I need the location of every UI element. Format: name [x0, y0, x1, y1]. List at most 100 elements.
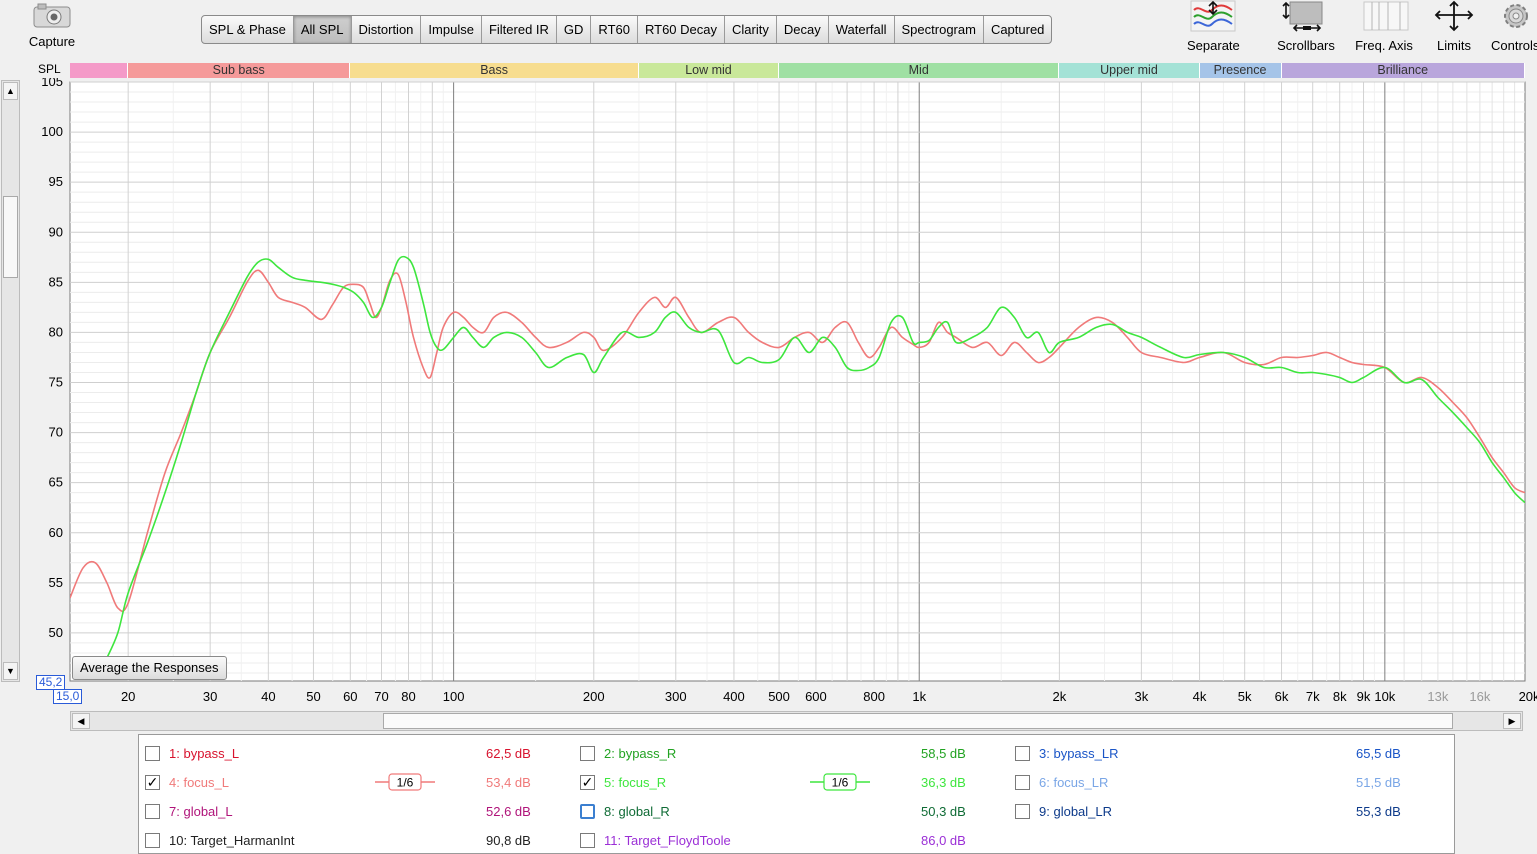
x-min-label[interactable]: 15,0 — [53, 689, 83, 704]
legend-item-focus-r: ✓ 5: focus_R 1/6 36,3 dB — [574, 772, 1009, 794]
freq-axis-label: Freq. Axis — [1355, 38, 1413, 53]
tab-spectrogram[interactable]: Spectrogram — [895, 16, 984, 43]
x-tick-label: 60 — [343, 689, 357, 704]
band-mid: Mid — [779, 63, 1060, 78]
legend-checkbox-bypass-lr[interactable] — [1015, 746, 1030, 761]
tab-spl-phase[interactable]: SPL & Phase — [202, 16, 294, 43]
legend-number: 6: — [1039, 775, 1050, 790]
x-tick-label: 3k — [1135, 689, 1149, 704]
toolbar: Capture SPL & Phase All SPL Distortion Impu… — [0, 0, 1537, 62]
limits-button[interactable]: Limits — [1432, 0, 1476, 53]
legend-level-focus-r: 36,3 dB — [921, 775, 966, 790]
x-tick-label: 7k — [1306, 689, 1320, 704]
x-tick-label: 300 — [665, 689, 687, 704]
tab-captured[interactable]: Captured — [984, 16, 1051, 43]
legend-item-global-lr: 9: global_LR 55,3 dB — [1009, 801, 1444, 823]
legend-checkbox-focus-l[interactable]: ✓ — [145, 775, 160, 790]
x-tick-label: 9k — [1357, 689, 1371, 704]
legend-item-global-l: 7: global_L 52,6 dB — [139, 801, 574, 823]
y-tick-label: 55 — [49, 575, 63, 590]
y-tick-label: 105 — [41, 78, 63, 89]
legend-checkbox-target-harmanint[interactable] — [145, 833, 160, 848]
legend-label: global_LR — [1053, 804, 1113, 819]
legend-checkbox-target-floydtoole[interactable] — [580, 833, 595, 848]
tab-rt60-decay[interactable]: RT60 Decay — [638, 16, 725, 43]
legend-item-global-r: 8: global_R 50,3 dB — [574, 801, 1009, 823]
tab-all-spl[interactable]: All SPL — [293, 16, 352, 43]
legend-name-focus-lr[interactable]: 6: focus_LR — [1039, 775, 1108, 790]
tab-impulse[interactable]: Impulse — [421, 16, 482, 43]
legend-checkbox-global-lr[interactable] — [1015, 804, 1030, 819]
tab-rt60[interactable]: RT60 — [591, 16, 638, 43]
legend-level-bypass-r: 58,5 dB — [921, 746, 966, 761]
x-tick-label: 8k — [1333, 689, 1347, 704]
horizontal-scrollbar[interactable]: ◀ ▶ — [70, 711, 1523, 731]
x-tick-label: 40 — [261, 689, 275, 704]
x-tick-label: 1k — [912, 689, 926, 704]
legend-name-global-lr[interactable]: 9: global_LR — [1039, 804, 1112, 819]
x-tick-label: 70 — [374, 689, 388, 704]
spl-chart-svg[interactable]: 105 100 95 90 85 80 75 70 65 60 55 50 20 30 40 50 60 70 80… — [0, 74, 1537, 708]
average-responses-button[interactable]: Average the Responses — [72, 656, 227, 680]
legend-level-target-harmanint: 90,8 dB — [486, 833, 531, 848]
controls-button[interactable]: Controls — [1491, 0, 1537, 53]
measurement-legend: 1: bypass_L 62,5 dB 2: bypass_R 58,5 dB 3: b… — [138, 734, 1455, 854]
legend-number: 10: — [169, 833, 188, 848]
legend-name-bypass-l[interactable]: 1: bypass_L — [169, 746, 239, 761]
legend-checkbox-bypass-r[interactable] — [580, 746, 595, 761]
legend-name-global-l[interactable]: 7: global_L — [169, 804, 233, 819]
scroll-right-arrow-icon[interactable]: ▶ — [1503, 713, 1521, 729]
legend-checkbox-focus-lr[interactable] — [1015, 775, 1030, 790]
legend-checkbox-global-r[interactable] — [580, 804, 595, 819]
legend-level-global-lr: 55,3 dB — [1356, 804, 1401, 819]
legend-name-global-r[interactable]: 8: global_R — [604, 804, 670, 819]
x-tick-label: 200 — [583, 689, 605, 704]
y-tick-label: 90 — [49, 224, 63, 239]
tab-clarity[interactable]: Clarity — [725, 16, 777, 43]
legend-checkbox-focus-r[interactable]: ✓ — [580, 775, 595, 790]
y-tick-label: 60 — [49, 525, 63, 540]
legend-item-bypass-r: 2: bypass_R 58,5 dB — [574, 743, 1009, 765]
freq-axis-button[interactable]: Freq. Axis — [1352, 0, 1416, 53]
x-tick-label: 5k — [1238, 689, 1252, 704]
legend-label: bypass_LR — [1053, 746, 1119, 761]
capture-button[interactable]: Capture — [20, 2, 84, 49]
legend-item-bypass-lr: 3: bypass_LR 65,5 dB — [1009, 743, 1444, 765]
smoothing-indicator[interactable]: 1/6 — [375, 773, 435, 791]
x-tick-label: 400 — [723, 689, 745, 704]
x-tick-label: 20kHz — [1519, 689, 1537, 704]
legend-name-focus-r[interactable]: 5: focus_R — [604, 775, 666, 790]
legend-label: focus_LR — [1053, 775, 1109, 790]
view-tabs: SPL & Phase All SPL Distortion Impulse Filte… — [201, 15, 1053, 44]
tab-distortion[interactable]: Distortion — [352, 16, 422, 43]
x-tick-label: 6k — [1275, 689, 1289, 704]
legend-name-bypass-r[interactable]: 2: bypass_R — [604, 746, 676, 761]
scrollbars-button[interactable]: Scrollbars — [1276, 0, 1336, 53]
legend-name-target-harmanint[interactable]: 10: Target_HarmanInt — [169, 833, 295, 848]
legend-checkbox-global-l[interactable] — [145, 804, 160, 819]
tab-filtered-ir[interactable]: Filtered IR — [482, 16, 557, 43]
legend-label: global_R — [618, 804, 670, 819]
tab-gd[interactable]: GD — [557, 16, 592, 43]
legend-level-global-r: 50,3 dB — [921, 804, 966, 819]
legend-label: bypass_R — [618, 746, 677, 761]
smoothing-indicator[interactable]: 1/6 — [810, 773, 870, 791]
y-tick-label: 85 — [49, 274, 63, 289]
horizontal-scroll-thumb[interactable] — [383, 713, 1453, 729]
legend-number: 9: — [1039, 804, 1050, 819]
tab-decay[interactable]: Decay — [777, 16, 829, 43]
smoothing-label: 1/6 — [832, 776, 849, 790]
x-tick-label: 10k — [1374, 689, 1395, 704]
legend-number: 1: — [169, 746, 180, 761]
scroll-left-arrow-icon[interactable]: ◀ — [72, 713, 90, 729]
separate-button[interactable]: Separate — [1187, 0, 1240, 53]
legend-label: global_L — [183, 804, 233, 819]
tab-waterfall[interactable]: Waterfall — [829, 16, 895, 43]
y-min-label[interactable]: 45,2 — [36, 675, 66, 690]
y-tick-label: 50 — [49, 625, 63, 640]
legend-name-target-floydtoole[interactable]: 11: Target_FloydToole — [604, 833, 731, 848]
legend-name-bypass-lr[interactable]: 3: bypass_LR — [1039, 746, 1119, 761]
scrollbars-icon — [1282, 1, 1323, 32]
legend-name-focus-l[interactable]: 4: focus_L — [169, 775, 229, 790]
legend-checkbox-bypass-l[interactable] — [145, 746, 160, 761]
